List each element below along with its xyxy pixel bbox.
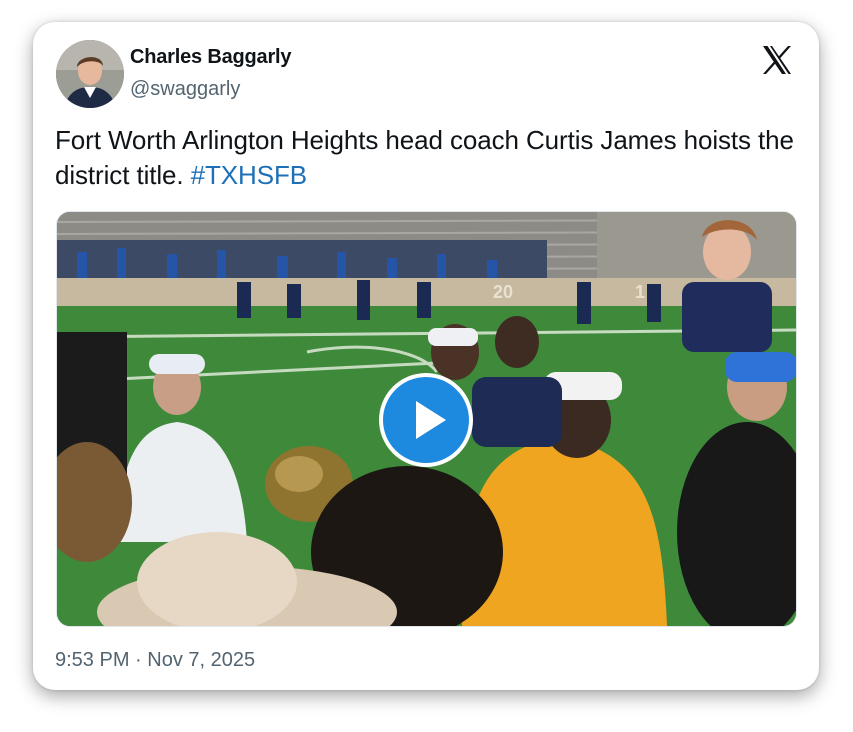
play-button[interactable] bbox=[379, 373, 473, 467]
svg-text:1: 1 bbox=[635, 282, 645, 302]
x-logo-icon[interactable] bbox=[761, 44, 793, 76]
play-icon bbox=[416, 401, 446, 439]
tweet-body: Fort Worth Arlington Heights head coach … bbox=[55, 125, 794, 190]
tweet-text: Fort Worth Arlington Heights head coach … bbox=[55, 123, 795, 193]
avatar[interactable] bbox=[56, 40, 124, 108]
author-handle[interactable]: @swaggarly bbox=[130, 78, 240, 101]
tweet-timestamp[interactable]: 9:53 PM · Nov 7, 2025 bbox=[55, 649, 255, 672]
hashtag-link[interactable]: #TXHSFB bbox=[191, 160, 307, 190]
video-player[interactable]: 20 1 bbox=[56, 211, 797, 627]
tweet-card[interactable]: Charles Baggarly @swaggarly Fort Worth A… bbox=[33, 22, 819, 690]
author-display-name[interactable]: Charles Baggarly bbox=[130, 46, 292, 69]
svg-text:20: 20 bbox=[493, 282, 513, 302]
